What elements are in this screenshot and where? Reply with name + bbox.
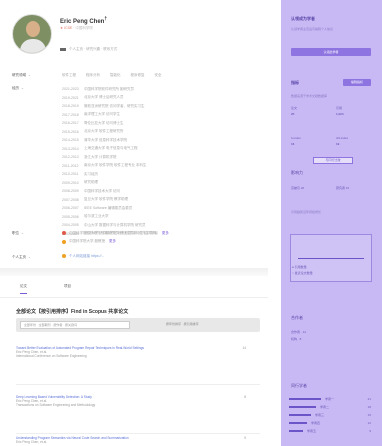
claim-title: 认领成为学者 [291, 16, 315, 21]
citation-chart-line [298, 258, 364, 259]
legend-item: ● 引用数量 [292, 265, 307, 269]
paper-authors: Eric Peng Chen, et al. [16, 440, 48, 445]
stat-hindex-value: 16 [291, 142, 295, 146]
homepage-link[interactable]: 个人网站链接 https://... [69, 254, 104, 258]
avatar [12, 14, 52, 54]
influence-row: 研究者 15 [336, 186, 350, 190]
experience-item: 2011-2012 南京大学 软件学院 软件工程专业 本科生 [62, 163, 147, 168]
paper-citation-count: 14 [242, 346, 246, 350]
main-content: Eric Peng Chen† ★ ICSE · 中国科学院 个人主页 · 研究… [0, 0, 268, 446]
tag-item[interactable]: 程序修复 [130, 73, 144, 77]
metrics-title: 指标 [291, 80, 299, 85]
experience-item: 2021-2023 中国科学院软件研究所 副研究员 [62, 86, 134, 92]
paper-item: Understanding Program Semantics via Neur… [16, 436, 260, 444]
position-item: 中国科学院大学 副教授 更多 [62, 238, 156, 247]
tag-item[interactable]: 软件工程 [62, 73, 76, 77]
org-icon [62, 239, 66, 244]
job-label: 职位 ⌄ [12, 231, 24, 235]
coauthor-title: 合作者 [291, 315, 303, 320]
papers-filter-bar: 全部年份 · 全部期刊 · 按作者 · 按关键词 按年份排序 · 按引用排序 [16, 318, 260, 332]
experience-item: 2017-2018 南洋理工大学 访问学生 [62, 112, 120, 117]
experience-item: 2018-2019 微软亚洲研究院 访问学者、研究实习生 [62, 103, 145, 109]
coauthor-row: 合作者 · 12 [291, 330, 307, 334]
experience-item: 2005-2006 哈尔滨工业大学 [62, 214, 109, 219]
paper-item: Toward Better Evaluation of Automated Pr… [16, 346, 260, 359]
compare-button[interactable]: 与同行比较 [313, 157, 353, 164]
tab-projects[interactable]: 项目 [64, 284, 71, 289]
peer-row[interactable]: 学者三 15 [289, 413, 373, 419]
position-item: 中国科学院软件研究所 副研究员 博士生导师 研究生导师 [62, 229, 156, 238]
paper-divider [16, 384, 260, 385]
paper-divider [16, 433, 260, 434]
homepage-row: 个人网站链接 https://... [62, 254, 104, 259]
chart-caption: 引用趋势近年持续增长 [291, 210, 322, 214]
tag-item[interactable]: 程序分析 [86, 73, 100, 77]
experience-item: 2008-2009 中国科学技术大学 访问 [62, 188, 120, 194]
divider [0, 268, 268, 276]
stat-cites-value: 1,024 [336, 112, 344, 116]
stat-i10-value: 19 [336, 142, 340, 146]
tab-papers[interactable]: 论文 [20, 284, 27, 294]
stat-i10-label: i10-index [336, 136, 349, 140]
paper-venue: International Conference on Software Eng… [16, 354, 87, 359]
show-more-link[interactable]: 更多 [109, 239, 116, 244]
tag-item[interactable]: 安全 [154, 73, 161, 77]
experience-item: 2006-2007 IEEE Software 编辑委员会委员 [62, 205, 133, 211]
paper-item: Deep Learning Based Vulnerability Detect… [16, 395, 260, 408]
experience-item: 2015-2016 北京大学 软件工程研究所 [62, 129, 124, 134]
experience-item: 2016-2017 哥伦比亚大学 访问博士生 [62, 120, 124, 126]
sidebar [281, 0, 382, 446]
homepage-label: 个人主页 ⌄ [12, 255, 31, 259]
affiliation-badge: ★ ICSE · 中国科学院 [60, 26, 93, 30]
stat-papers-label: 论文 [291, 106, 298, 110]
influence-title: 影响力 [291, 170, 303, 175]
tags-row: 软件工程 程序分析 智能化 程序修复 安全 [62, 73, 170, 78]
stat-cites-label: 引用 [336, 106, 343, 110]
position-list: 中国科学院软件研究所 副研究员 博士生导师 研究生导师 中国科学院大学 副教授 更多 [62, 229, 156, 246]
tab-bar: 论文 项目 [0, 276, 268, 298]
edit-metrics-button[interactable]: 编辑指标 [343, 79, 371, 86]
peer-row[interactable]: 学者四 12 [289, 421, 373, 427]
papers-filter-select[interactable]: 全部年份 · 全部期刊 · 按作者 · 按关键词 [20, 321, 130, 329]
paper-citation-count: 5 [244, 436, 246, 440]
legend-item: ○ 发表论文数量 [292, 271, 313, 275]
globe-icon [62, 254, 66, 259]
peer-row[interactable]: 学者五 9 [289, 429, 373, 435]
papers-sort-control[interactable]: 按年份排序 · 按引用排序 [166, 322, 199, 326]
org-icon [62, 231, 66, 236]
stat-papers-value: 25 [291, 112, 295, 116]
show-more-link[interactable]: 更多 [162, 231, 169, 236]
claim-text: 认领学者主页后可编辑个人信息 [291, 27, 334, 31]
link-icon [60, 47, 66, 51]
influence-row: 高被引 20 [291, 186, 305, 190]
experience-item: 2019-2021 北京大学 博士后研究人员 [62, 95, 124, 100]
tag-item[interactable]: 智能化 [110, 73, 121, 77]
metrics-source-text: 数据来源于学术文献数据库 [291, 94, 328, 98]
stat-hindex-label: h-index [291, 136, 301, 140]
papers-section-title: 全部论文【按引用排序】Find in Scopus 共享论文 [16, 309, 129, 315]
edu-label: 经历 ⌄ [12, 86, 24, 90]
experience-item: 2009-2010 研究助理 [62, 180, 98, 185]
paper-venue: Transactions on Software Engineering and… [16, 403, 96, 408]
coauthor-row: 机构 · 8 [291, 337, 302, 341]
peer-row[interactable]: 学者一 21 [289, 397, 373, 403]
tags-label: 研究领域 ⌄ [12, 73, 31, 77]
experience-item: 2012-2013 浙江大学 计算机学院 [62, 154, 117, 160]
profile-slogan: 个人主页 · 研究兴趣 · 联系方式 [60, 47, 117, 52]
peers-title: 同行学者 [291, 383, 307, 388]
peer-row[interactable]: 学者二 18 [289, 405, 373, 411]
experience-item: 2007-2008 复旦大学 软件学院 教学助理 [62, 197, 128, 202]
experience-list: 2021-2023 中国科学院软件研究所 副研究员 2019-2021 北京大学 博士… [62, 85, 258, 238]
experience-item: 2014-2015 清华大学 信息科学技术学院 [62, 137, 127, 143]
experience-item: 2010-2011 实习经历 [62, 171, 98, 177]
profile-name: Eric Peng Chen† [60, 16, 108, 25]
experience-item: 2013-2014 上海交通大学 电子信息与电气工程 [62, 146, 138, 151]
claim-button[interactable]: 认领此学者 [291, 48, 371, 56]
paper-citation-count: 8 [244, 395, 246, 399]
